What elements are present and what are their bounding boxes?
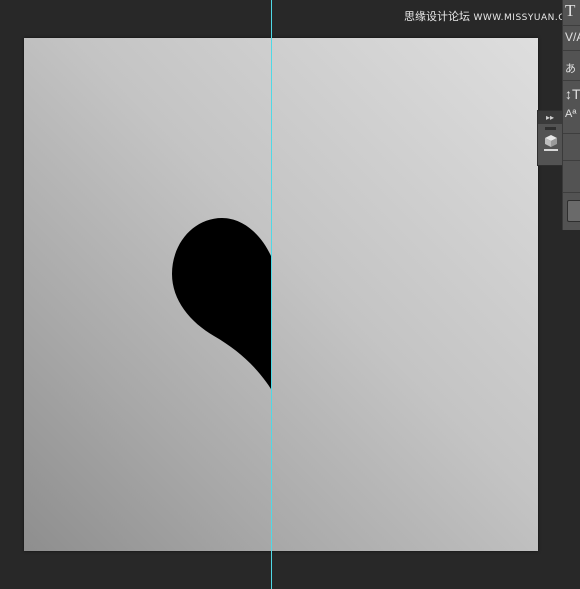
- panel-divider: [563, 50, 580, 51]
- dock-grip[interactable]: [545, 127, 556, 130]
- photoshop-workspace: 思缘设计论坛 WWW.MISSYUAN.COM ▸▸ T V/A あ ↕T Aª: [0, 0, 580, 589]
- dock-expand-button[interactable]: ▸▸: [538, 111, 562, 124]
- panel-divider: [563, 25, 580, 26]
- 3d-cube-icon[interactable]: [543, 134, 559, 152]
- vertical-guide-line[interactable]: [271, 0, 272, 589]
- character-panel: T V/A あ ↕T Aª: [562, 0, 580, 230]
- panel-divider: [563, 192, 580, 193]
- font-size-icon[interactable]: T: [565, 1, 575, 21]
- kerning-icon[interactable]: V/A: [565, 30, 580, 44]
- document-canvas[interactable]: [24, 38, 538, 551]
- tsume-icon[interactable]: あ: [565, 60, 576, 76]
- panel-divider: [563, 80, 580, 81]
- panel-button[interactable]: [567, 200, 580, 222]
- watermark-site-name: 思缘设计论坛: [404, 10, 470, 23]
- panel-divider: [563, 133, 580, 134]
- baseline-shift-icon[interactable]: Aª: [565, 108, 576, 120]
- collapsed-panel-dock: ▸▸: [537, 110, 562, 166]
- vertical-scale-icon[interactable]: ↕T: [565, 86, 580, 102]
- half-heart-shape[interactable]: [24, 38, 538, 551]
- watermark: 思缘设计论坛 WWW.MISSYUAN.COM: [404, 8, 580, 24]
- panel-divider: [563, 160, 580, 161]
